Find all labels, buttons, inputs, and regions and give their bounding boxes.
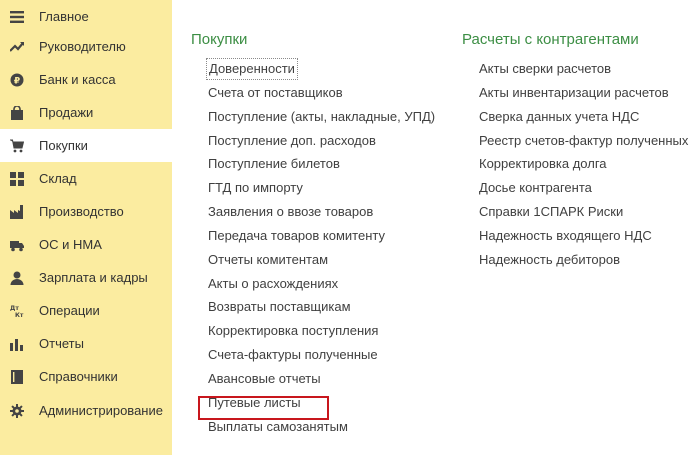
sidebar-item-administration[interactable]: Администрирование xyxy=(0,394,172,427)
link-customs-declarations[interactable]: ГТД по импорту xyxy=(208,179,303,197)
factory-icon xyxy=(10,204,24,219)
purchases-section-title: Покупки xyxy=(191,31,248,48)
link-reconciliation-acts[interactable]: Акты сверки расчетов xyxy=(479,60,611,78)
link-ticket-receipts[interactable]: Поступление билетов xyxy=(208,155,340,173)
sidebar-item-label: Главное xyxy=(39,9,89,24)
settlements-section-title: Расчеты с контрагентами xyxy=(462,31,639,48)
book-icon xyxy=(10,369,24,384)
link-vat-reconciliation[interactable]: Сверка данных учета НДС xyxy=(479,108,639,126)
sidebar-item-main[interactable]: Главное xyxy=(0,0,172,33)
link-received-invoices[interactable]: Счета-фактуры полученные xyxy=(208,346,378,364)
dt-kt-icon: Дт Кт xyxy=(10,304,24,318)
menu-icon xyxy=(10,10,24,24)
svg-text:₽: ₽ xyxy=(14,76,20,86)
truck-icon xyxy=(10,238,24,252)
person-icon xyxy=(10,271,24,285)
link-power-of-attorney[interactable]: Доверенности xyxy=(206,58,298,80)
link-inventory-acts[interactable]: Акты инвентаризации расчетов xyxy=(479,84,669,102)
link-import-applications[interactable]: Заявления о ввозе товаров xyxy=(208,203,373,221)
svg-text:Дт: Дт xyxy=(10,305,19,312)
warehouse-grid-icon xyxy=(10,171,24,186)
link-invoice-register[interactable]: Реестр счетов-фактур полученных xyxy=(479,132,688,150)
sidebar-item-purchases[interactable]: Покупки xyxy=(0,129,172,162)
link-expense-reports[interactable]: Авансовые отчеты xyxy=(208,370,321,388)
sidebar-item-operations[interactable]: Дт Кт Операции xyxy=(0,294,172,327)
sidebar-item-warehouse[interactable]: Склад xyxy=(0,162,172,195)
bar-chart-icon xyxy=(10,337,24,351)
link-transfer-to-consignor[interactable]: Передача товаров комитенту xyxy=(208,227,385,245)
sidebar-item-label: Руководителю xyxy=(39,39,126,54)
link-spark-risk-reports[interactable]: Справки 1СПАРК Риски xyxy=(479,203,623,221)
sidebar-item-label: Справочники xyxy=(39,369,118,384)
sidebar-item-label: Зарплата и кадры xyxy=(39,270,148,285)
link-consignor-reports[interactable]: Отчеты комитентам xyxy=(208,251,328,269)
sidebar-item-label: Администрирование xyxy=(39,403,163,418)
sidebar-item-sales[interactable]: Продажи xyxy=(0,96,172,129)
sidebar-item-label: ОС и НМА xyxy=(39,237,102,252)
sidebar-item-label: Покупки xyxy=(39,138,88,153)
waybills-highlight-frame xyxy=(198,396,329,420)
trend-icon xyxy=(10,40,24,54)
sidebar-item-label: Банк и касса xyxy=(39,72,116,87)
sidebar-item-fixed-assets[interactable]: ОС и НМА xyxy=(0,228,172,261)
sections-sidebar: Главное Руководителю ₽ Банк и касса Прод… xyxy=(0,0,172,455)
link-debt-adjustment[interactable]: Корректировка долга xyxy=(479,155,607,173)
link-debtor-reliability[interactable]: Надежность дебиторов xyxy=(479,251,620,269)
link-additional-costs[interactable]: Поступление доп. расходов xyxy=(208,132,376,150)
sidebar-item-label: Продажи xyxy=(39,105,94,120)
shopping-cart-icon xyxy=(10,139,24,153)
sidebar-item-reports[interactable]: Отчеты xyxy=(0,327,172,360)
sidebar-item-label: Операции xyxy=(39,303,100,318)
sidebar-item-label: Склад xyxy=(39,171,77,186)
link-discrepancy-acts[interactable]: Акты о расхождениях xyxy=(208,275,338,293)
sidebar-item-manager[interactable]: Руководителю xyxy=(0,30,172,63)
link-input-vat-reliability[interactable]: Надежность входящего НДС xyxy=(479,227,652,245)
sidebar-item-production[interactable]: Производство xyxy=(0,195,172,228)
link-receipt-adjustment[interactable]: Корректировка поступления xyxy=(208,322,378,340)
sidebar-item-bank[interactable]: ₽ Банк и касса xyxy=(0,63,172,96)
shopping-bag-icon xyxy=(10,105,24,120)
link-self-employed-payments[interactable]: Выплаты самозанятым xyxy=(208,418,348,436)
link-supplier-invoices[interactable]: Счета от поставщиков xyxy=(208,84,343,102)
coin-icon: ₽ xyxy=(10,73,24,87)
sidebar-item-directories[interactable]: Справочники xyxy=(0,360,172,393)
svg-text:Кт: Кт xyxy=(15,312,24,318)
sidebar-item-label: Отчеты xyxy=(39,336,84,351)
sidebar-item-label: Производство xyxy=(39,204,124,219)
link-supplier-returns[interactable]: Возвраты поставщикам xyxy=(208,298,351,316)
sidebar-item-salary[interactable]: Зарплата и кадры xyxy=(0,261,172,294)
link-counterparty-dossier[interactable]: Досье контрагента xyxy=(479,179,592,197)
gear-icon xyxy=(10,403,24,418)
link-receipts[interactable]: Поступление (акты, накладные, УПД) xyxy=(208,108,435,126)
